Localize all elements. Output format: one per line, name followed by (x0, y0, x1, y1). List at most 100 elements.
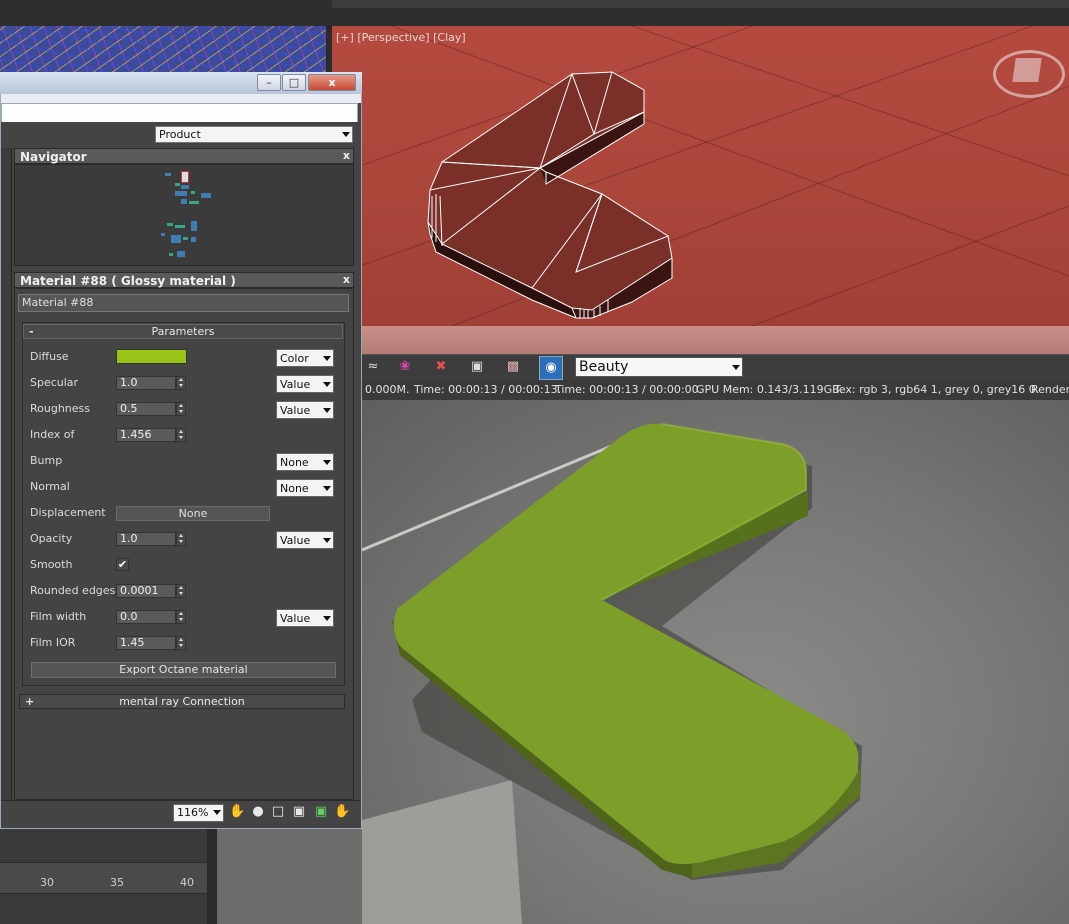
chevron-down-icon (323, 408, 331, 413)
film-ior-input[interactable]: 1.45 (116, 636, 176, 650)
chevron-down-icon (213, 810, 221, 815)
opacity-input[interactable]: 1.0 (116, 532, 176, 546)
timeline-ruler[interactable] (0, 862, 207, 894)
film-width-mode-value: Value (280, 612, 311, 625)
specular-mode-select[interactable]: Value (276, 375, 334, 393)
viewcube-icon[interactable] (1012, 58, 1042, 82)
displacement-map-button[interactable]: None (116, 506, 270, 521)
material-name-field[interactable]: Material #88 (18, 294, 349, 312)
material-header[interactable]: Material #88 ( Glossy material ) x (14, 272, 354, 288)
diffuse-mode-select[interactable]: Color (276, 349, 334, 367)
normal-mode-select[interactable]: None (276, 479, 334, 497)
minimize-button[interactable]: – (257, 74, 281, 91)
mode-select[interactable]: Product (155, 126, 353, 143)
viewport-view-label[interactable]: [Perspective] (357, 31, 429, 44)
rounded-edges-label: Rounded edges (30, 584, 116, 597)
opacity-spinner[interactable] (176, 532, 186, 546)
film-ior-label: Film IOR (30, 636, 76, 649)
export-material-button[interactable]: Export Octane material (31, 662, 336, 678)
zoom-value: 116% (177, 806, 209, 819)
parameters-title: Parameters (151, 325, 215, 338)
perspective-viewport[interactable] (332, 26, 1069, 326)
smooth-label: Smooth (30, 558, 73, 571)
chevron-down-icon (323, 486, 331, 491)
render-pass-select[interactable]: Beauty (575, 357, 743, 377)
add-node-icon[interactable]: ● (250, 804, 266, 820)
pan-icon[interactable]: ✋ (334, 804, 350, 820)
render-output-edge (217, 828, 362, 924)
chevron-down-icon (323, 460, 331, 465)
collapse-icon[interactable]: - (29, 325, 34, 338)
normal-label: Normal (30, 480, 70, 493)
close-icon[interactable]: x (343, 149, 350, 162)
render-output (362, 400, 1069, 924)
film-ior-spinner[interactable] (176, 636, 186, 650)
film-width-label: Film width (30, 610, 87, 623)
zoom-select[interactable]: 116% (173, 804, 224, 822)
roughness-input[interactable]: 0.5 (116, 402, 176, 416)
render-status-bar: 0.000M. Time: 00:00:13 / 00:00:13. Time:… (362, 380, 1069, 400)
status-gpu-mem: GPU Mem: 0.143/3.119GB. (696, 383, 844, 396)
opacity-label: Opacity (30, 532, 73, 545)
opacity-mode-value: Value (280, 534, 311, 547)
maximize-button[interactable]: □ (282, 74, 306, 91)
navigator-view[interactable] (14, 164, 354, 266)
chevron-down-icon (323, 356, 331, 361)
specular-input[interactable]: 1.0 (116, 376, 176, 390)
diffuse-mode-value: Color (280, 352, 309, 365)
viewport-label[interactable]: [+] [Perspective] [Clay] (336, 31, 466, 44)
timeline-tick-label: 30 (40, 876, 54, 889)
color-wheel-icon[interactable]: ❀ (396, 358, 414, 376)
mental-ray-rollout-header[interactable]: + mental ray Connection (19, 694, 345, 709)
close-icon[interactable]: x (343, 273, 350, 286)
chevron-down-icon (732, 365, 740, 370)
status-render: Render (1031, 383, 1069, 396)
rounded-edges-spinner[interactable] (176, 584, 186, 598)
cancel-render-icon[interactable]: ✖ (432, 358, 450, 376)
fit-icon[interactable]: ▣ (291, 804, 307, 820)
viewport-menu-plus[interactable]: [+] (336, 31, 354, 44)
smooth-checkbox[interactable]: ✔ (116, 558, 129, 571)
film-width-spinner[interactable] (176, 610, 186, 624)
rounded-edges-input[interactable]: 0.0001 (116, 584, 176, 598)
mode-select-value: Product (159, 128, 201, 141)
close-button[interactable]: x (308, 74, 356, 91)
top-strip-right (332, 0, 1069, 8)
index-spinner[interactable] (176, 428, 186, 442)
save-image-icon[interactable]: ▩ (504, 358, 522, 376)
fit-selected-icon[interactable]: ▣ (313, 804, 329, 820)
navigator-header[interactable]: Navigator x (14, 148, 354, 164)
opacity-mode-select[interactable]: Value (276, 531, 334, 549)
timeline-separator (207, 828, 217, 924)
film-width-mode-select[interactable]: Value (276, 609, 334, 627)
viewport-shading-label[interactable]: [Clay] (433, 31, 466, 44)
film-width-input[interactable]: 0.0 (116, 610, 176, 624)
timeline-tick-label: 35 (110, 876, 124, 889)
roughness-mode-value: Value (280, 404, 311, 417)
monitor-icon[interactable]: ▣ (468, 358, 486, 376)
chevron-down-icon (342, 132, 350, 137)
toolbar-field[interactable] (1, 103, 358, 123)
parameters-rollout-header[interactable]: - Parameters (23, 324, 343, 339)
object-top-face (428, 72, 672, 310)
select-region-icon[interactable]: □ (270, 804, 286, 820)
chevron-down-icon (323, 382, 331, 387)
roughness-label: Roughness (30, 402, 91, 415)
roughness-mode-select[interactable]: Value (276, 401, 334, 419)
rendered-scene (362, 423, 862, 924)
region-icon[interactable]: ≈ (364, 358, 382, 376)
bump-label: Bump (30, 454, 63, 467)
specular-mode-value: Value (280, 378, 311, 391)
roughness-spinner[interactable] (176, 402, 186, 416)
material-name-value: Material #88 (22, 296, 94, 309)
diffuse-color-swatch[interactable] (116, 349, 187, 364)
camera-icon[interactable]: ◉ (539, 356, 563, 380)
expand-icon[interactable]: + (25, 695, 34, 708)
viewport-bottom-band (332, 326, 1069, 354)
specular-spinner[interactable] (176, 376, 186, 390)
timeline-tick-label: 40 (180, 876, 194, 889)
hand-icon[interactable]: ✋ (229, 804, 245, 820)
index-label: Index of (30, 428, 75, 441)
index-input[interactable]: 1.456 (116, 428, 176, 442)
bump-mode-select[interactable]: None (276, 453, 334, 471)
